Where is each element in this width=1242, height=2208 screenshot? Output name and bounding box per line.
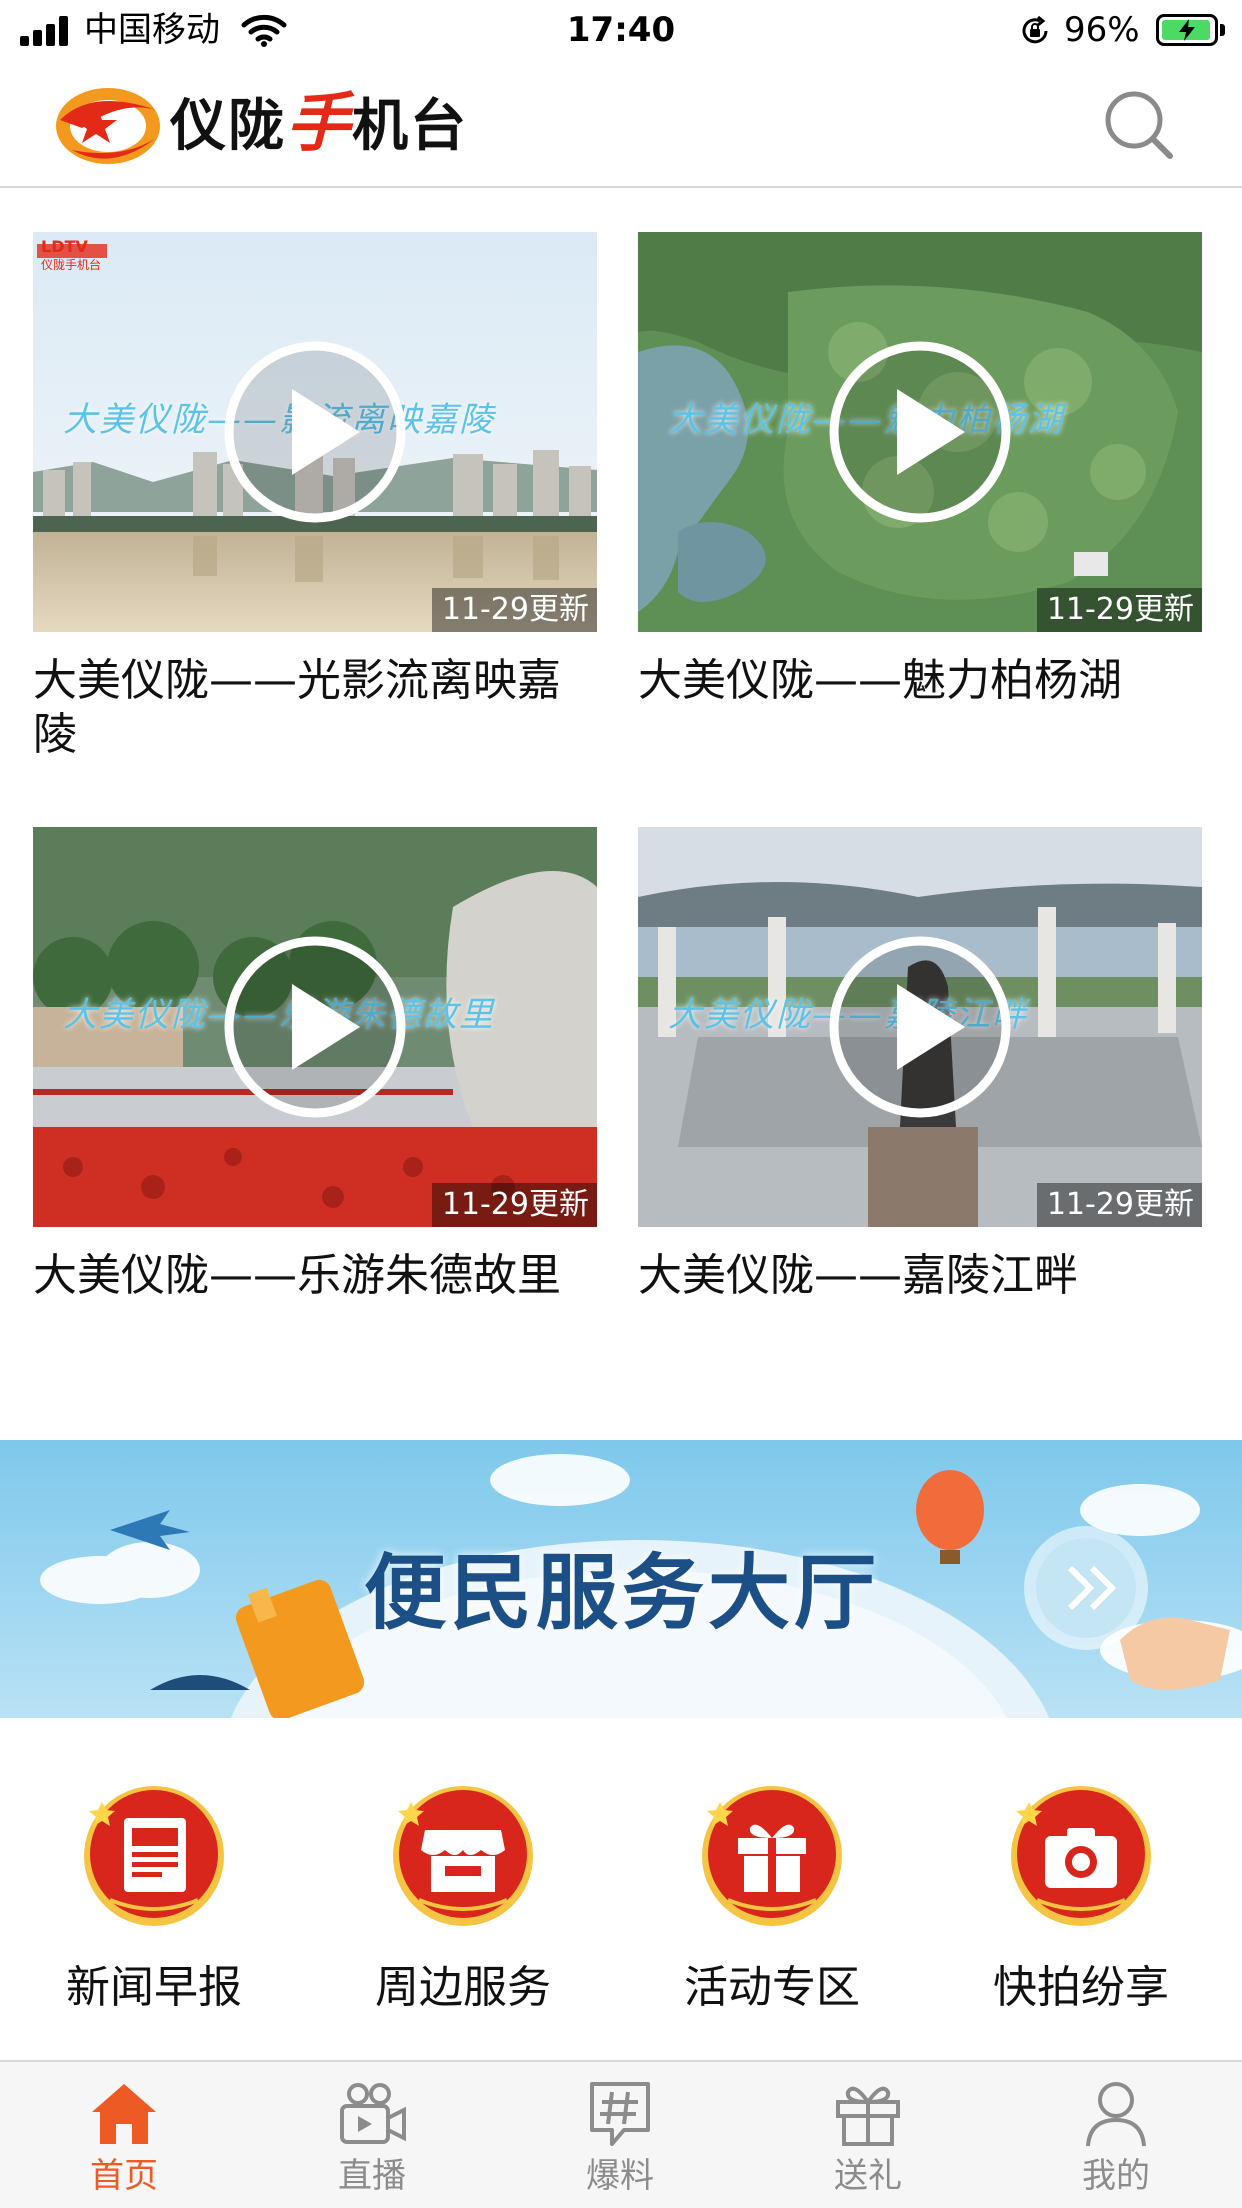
gift-icon[interactable] — [698, 1780, 846, 1928]
service-label: 新闻早报 — [66, 1962, 242, 2013]
channel-watermark-sub: 仪陇手机台 — [41, 258, 102, 272]
service-snapshot-share[interactable]: 快拍纷享 — [931, 1780, 1231, 2020]
video-title[interactable]: 大美仪陇——乐游朱德故里 — [33, 1249, 597, 1303]
logo-text-part: 机台 — [352, 94, 468, 159]
video-card[interactable]: 大美仪陇——嘉陵江畔 11-29更新 大美仪陇——嘉陵江畔 — [638, 827, 1202, 1303]
tab-label: 直播 — [338, 2156, 406, 2196]
video-thumbnail[interactable]: 大美仪陇——乐游朱德故里 11-29更新 — [33, 827, 597, 1227]
service-activities[interactable]: 活动专区 — [622, 1780, 922, 2020]
app-logo-text: 仪陇手机台 — [170, 82, 468, 166]
service-label: 快拍纷享 — [993, 1962, 1169, 2013]
tab-label: 爆料 — [586, 2156, 654, 2196]
service-nearby[interactable]: 周边服务 — [313, 1780, 613, 2020]
update-date-badge: 11-29更新 — [431, 1183, 597, 1227]
banner-title: 便民服务大厅 — [364, 1546, 881, 1641]
channel-watermark: LDTV — [41, 237, 88, 256]
video-title[interactable]: 大美仪陇——光影流离映嘉陵 — [33, 654, 597, 762]
tab-label: 送礼 — [834, 2156, 902, 2196]
tab-tipoff[interactable]: 爆料 — [496, 2062, 744, 2208]
service-shortcuts: 新闻早报 周边服务 活动专区 快拍纷享 — [0, 1780, 1242, 2030]
logo-text-hand: 手 — [286, 87, 352, 161]
battery-percent: 96% — [1064, 10, 1140, 50]
video-thumbnail[interactable]: 大美仪陇——魅力柏杨湖 11-29更新 — [638, 232, 1202, 632]
update-date-badge: 11-29更新 — [1036, 1183, 1202, 1227]
play-icon[interactable] — [827, 339, 1013, 525]
newspaper-icon[interactable] — [80, 1780, 228, 1928]
tab-gift[interactable]: 送礼 — [744, 2062, 992, 2208]
play-icon[interactable] — [827, 934, 1013, 1120]
user-icon — [1086, 2082, 1146, 2147]
rotation-lock-icon — [1022, 15, 1048, 44]
home-icon — [92, 2084, 156, 2144]
camera-icon[interactable] — [1007, 1780, 1155, 1928]
video-thumbnail[interactable]: 大美仪陇——嘉陵江畔 11-29更新 — [638, 827, 1202, 1227]
service-hall-banner[interactable]: 便民服务大厅 — [0, 1440, 1242, 1718]
video-title[interactable]: 大美仪陇——嘉陵江畔 — [638, 1249, 1202, 1303]
tab-label: 首页 — [90, 2156, 158, 2196]
app-header: 仪陇手机台 — [0, 62, 1242, 188]
tab-home[interactable]: 首页 — [0, 2062, 248, 2208]
clock: 17:40 — [566, 10, 676, 50]
video-title[interactable]: 大美仪陇——魅力柏杨湖 — [638, 654, 1202, 708]
play-icon[interactable] — [222, 339, 408, 525]
shop-icon[interactable] — [389, 1780, 537, 1928]
hashtag-chat-icon — [590, 2082, 650, 2146]
logo-text-part: 仪陇 — [170, 94, 286, 159]
update-date-badge: 11-29更新 — [1036, 588, 1202, 632]
battery-icon — [1156, 14, 1218, 46]
video-card[interactable]: LDTV 仪陇手机台 大美仪陇——影流离映嘉陵 11-29更新 大美仪陇——光影… — [33, 232, 597, 762]
play-icon[interactable] — [222, 934, 408, 1120]
video-thumbnail[interactable]: LDTV 仪陇手机台 大美仪陇——影流离映嘉陵 11-29更新 — [33, 232, 597, 632]
tab-label: 我的 — [1082, 2156, 1150, 2196]
gift-icon — [836, 2086, 900, 2146]
bottom-tab-bar: 首页 直播 爆料 送礼 我的 — [0, 2060, 1242, 2208]
tab-mine[interactable]: 我的 — [992, 2062, 1240, 2208]
video-card[interactable]: 大美仪陇——乐游朱德故里 11-29更新 大美仪陇——乐游朱德故里 — [33, 827, 597, 1303]
status-bar: 中国移动 17:40 96% — [0, 0, 1242, 62]
update-date-badge: 11-29更新 — [431, 588, 597, 632]
service-label: 周边服务 — [375, 1962, 551, 2013]
logo-emblem-icon — [56, 88, 160, 164]
video-card[interactable]: 大美仪陇——魅力柏杨湖 11-29更新 大美仪陇——魅力柏杨湖 — [638, 232, 1202, 708]
service-news-briefing[interactable]: 新闻早报 — [4, 1780, 304, 2020]
live-camera-icon — [340, 2083, 406, 2144]
service-label: 活动专区 — [684, 1962, 860, 2013]
tab-live[interactable]: 直播 — [248, 2062, 496, 2208]
search-icon[interactable] — [1100, 86, 1180, 166]
